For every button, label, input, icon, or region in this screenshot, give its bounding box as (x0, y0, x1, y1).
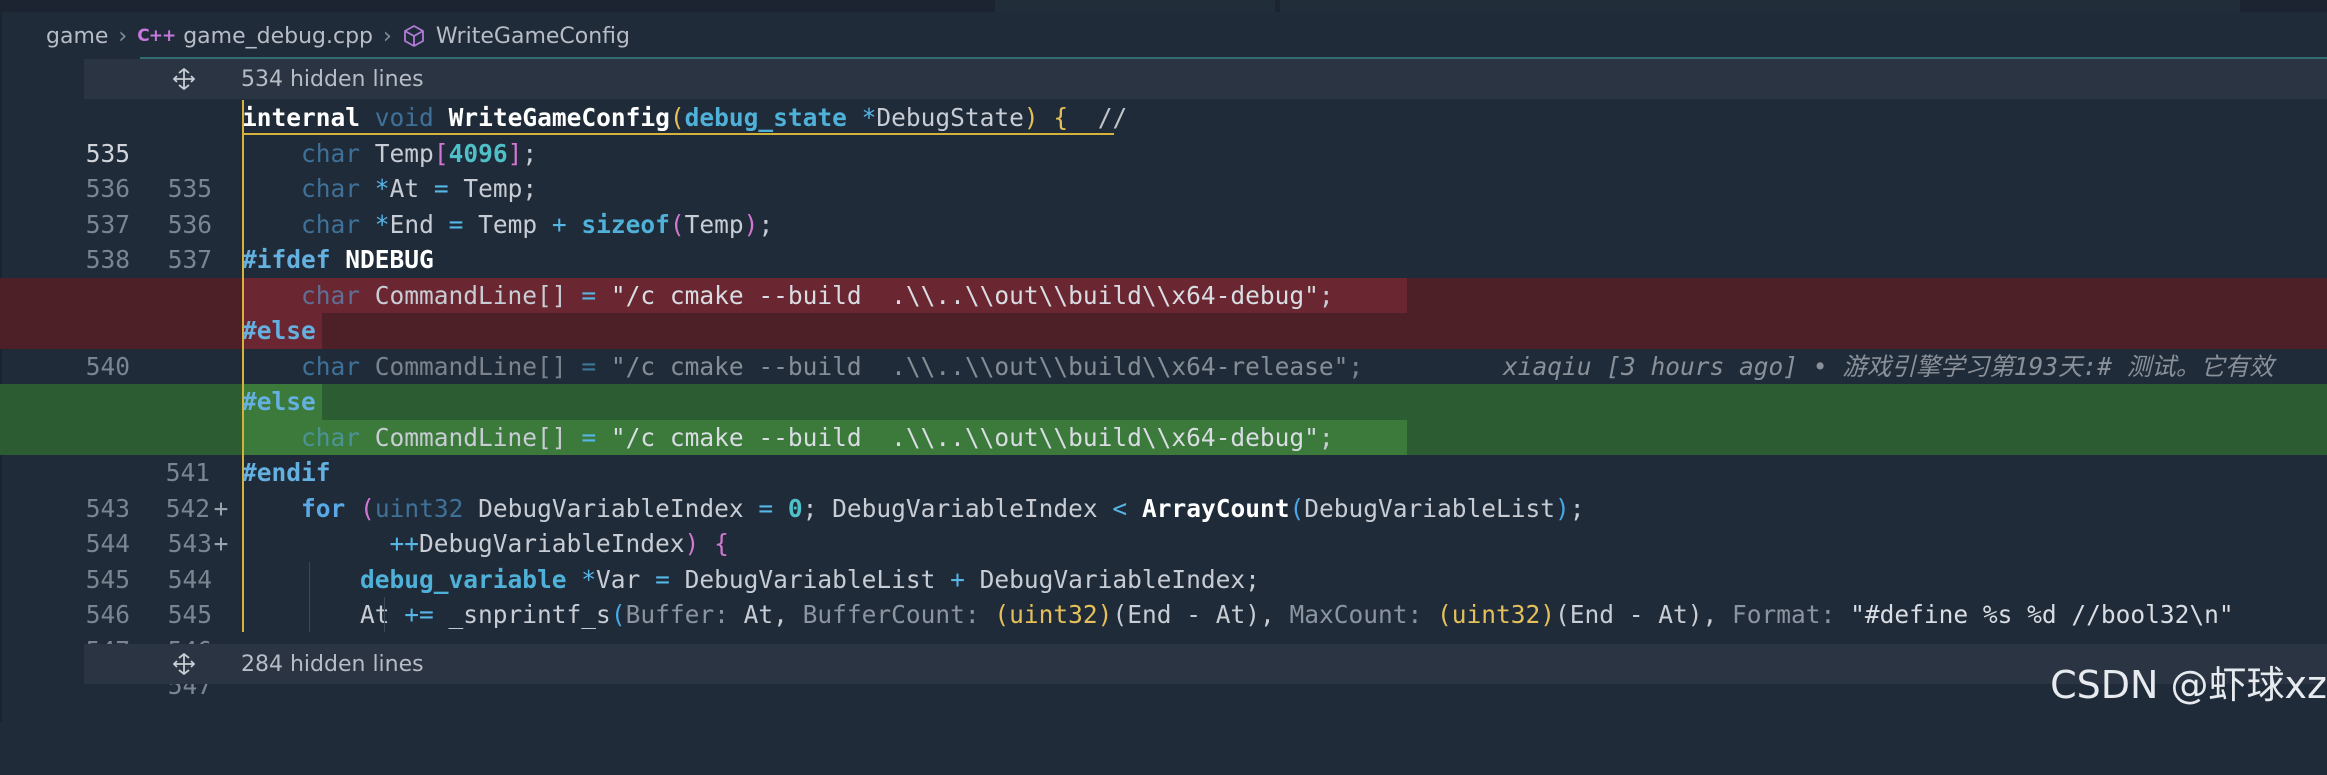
code-text: #else (242, 387, 316, 416)
inserted-line[interactable]: 542 + char CommandLine[] = "/c cmake --b… (0, 419, 2327, 558)
deleted-line[interactable]: 540 — char CommandLine[] = "/c cmake --b… (0, 277, 2327, 416)
code-line[interactable]: 543 543 #endif (0, 455, 2327, 558)
code-line[interactable]: 538 538 char *End = Temp + sizeof(Temp); (0, 207, 2327, 310)
code-text: #endif (242, 458, 331, 487)
hidden-lines-bar-top[interactable]: 534 hidden lines (84, 59, 2327, 99)
indent-guide (309, 562, 310, 632)
code-text: #else (242, 316, 316, 345)
breadcrumb-file[interactable]: C++ game_debug.cpp (137, 24, 373, 49)
code-line[interactable]: 537 537 char *At = Temp; (0, 171, 2327, 274)
code-text: char CommandLine[] = "/c cmake --build .… (301, 280, 1334, 310)
inserted-line[interactable]: 541 + #else (0, 384, 2327, 523)
tab-strip-segment[interactable] (995, 0, 1275, 12)
code-line[interactable]: 545 545 ++DebugVariableIndex) { (0, 526, 2327, 629)
code-line[interactable]: 535 535 internal void WriteGameConfig(de… (0, 100, 2327, 203)
chevron-right-icon: › (383, 23, 392, 49)
code-text: char CommandLine[] = "/c cmake --build .… (301, 351, 1364, 381)
hidden-lines-label: 284 hidden lines (241, 651, 424, 677)
inlay-hint: BufferCount: (802, 600, 980, 629)
inlay-hint: Buffer: (625, 600, 729, 629)
code-text: for (uint32 DebugVariableIndex = 0; Debu… (301, 493, 1585, 523)
scope-highlight-bar (242, 100, 244, 632)
code-text: char Temp[4096]; (301, 138, 538, 168)
code-text: debug_variable *Var = DebugVariableList … (360, 564, 1260, 594)
code-text: internal void WriteGameConfig(debug_stat… (242, 103, 1128, 132)
breadcrumb-symbol[interactable]: WriteGameConfig (402, 24, 630, 49)
unfold-icon[interactable] (172, 652, 196, 676)
code-text: char CommandLine[] = "/c cmake --build .… (301, 422, 1334, 452)
inlay-hint: MaxCount: (1289, 600, 1423, 629)
code-text: #ifdef NDEBUG (242, 245, 434, 274)
unfold-icon[interactable] (172, 67, 196, 91)
code-text: char *At = Temp; (301, 174, 538, 203)
code-text: ++DebugVariableIndex) { (389, 529, 729, 558)
cpp-file-icon: C++ (137, 26, 176, 46)
code-line[interactable]: 536 536 char Temp[4096]; (0, 136, 2327, 239)
csdn-watermark: CSDN @虾球xz (2050, 663, 2327, 707)
tab-strip-segment[interactable] (1280, 0, 2240, 12)
indent-guide (384, 597, 385, 632)
scope-highlight-top (244, 133, 1114, 135)
code-line-current[interactable]: 542 540 char CommandLine[] = "/c cmake -… (0, 349, 2327, 452)
code-line[interactable]: 539 539 #ifdef NDEBUG (0, 242, 2327, 345)
code-line[interactable]: 544 544 for (uint32 DebugVariableIndex =… (0, 491, 2327, 594)
tab-strip (0, 0, 2327, 12)
code-text: At += _snprintf_s(Buffer: At, BufferCoun… (360, 600, 2234, 629)
chevron-right-icon: › (118, 23, 128, 49)
breadcrumb-folder[interactable]: game (46, 24, 108, 49)
hidden-lines-bar-bottom[interactable]: 284 hidden lines (84, 644, 2327, 684)
breadcrumb: game › C++ game_debug.cpp › WriteGameCon… (0, 14, 2327, 58)
method-cube-icon (403, 25, 424, 47)
code-line[interactable]: 547 547 At += _snprintf_s(Buffer: At, Bu… (0, 597, 2327, 700)
git-blame-annotation[interactable]: xiaqiu [3 hours ago] • 游戏引擎学习第193天:# 测试。… (1503, 349, 2274, 385)
diff-code-view[interactable]: 535 535 internal void WriteGameConfig(de… (0, 100, 2327, 700)
inlay-hint: Format: (1732, 600, 1836, 629)
hidden-lines-label: 534 hidden lines (241, 66, 424, 92)
deleted-line[interactable]: 541 — #else (0, 313, 2327, 452)
code-line[interactable]: 546 546 debug_variable *Var = DebugVaria… (0, 562, 2327, 665)
code-text: char *End = Temp + sizeof(Temp); (301, 209, 774, 239)
